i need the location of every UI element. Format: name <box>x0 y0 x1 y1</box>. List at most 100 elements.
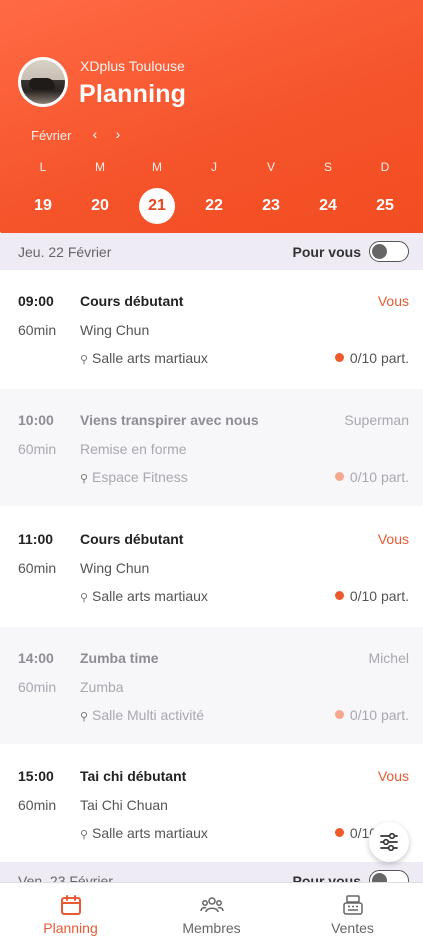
participants-count: 0 <box>349 350 358 366</box>
location-pin-icon: ⚲ <box>80 592 89 604</box>
sliders-icon <box>380 832 398 852</box>
next-pour-vous-toggle[interactable] <box>369 870 409 882</box>
location-pin-icon: ⚲ <box>80 473 89 485</box>
pour-vous-toggle[interactable] <box>369 241 409 262</box>
location-pin-icon: ⚲ <box>80 829 89 841</box>
pour-vous-label: Pour vous <box>292 244 361 260</box>
page-title: Planning <box>79 80 187 108</box>
participants-count: 0 <box>349 825 358 841</box>
day-letter: L <box>39 160 47 174</box>
next-date-label: Ven. 23 Février <box>18 873 113 882</box>
session-time: 09:00 <box>18 293 54 309</box>
room-name: Salle arts martiaux <box>92 825 208 841</box>
session-type: Tai Chi Chuan <box>80 797 168 813</box>
day-letter: M <box>152 160 162 174</box>
tab-membres[interactable]: Membres <box>141 883 282 939</box>
session-coach: Superman <box>344 412 409 428</box>
session-card[interactable]: 11:00 60min Cours débutant Wing Chun ⚲ Sa… <box>0 508 423 625</box>
day-wednesday[interactable]: M 21 <box>135 160 179 224</box>
status-dot <box>334 353 344 362</box>
session-room: ⚲ Salle arts martiaux <box>80 588 208 604</box>
filter-settings-button[interactable] <box>369 822 409 862</box>
day-letter: M <box>95 160 105 174</box>
session-card[interactable]: 09:00 60min Cours débutant Wing Chun ⚲ Sa… <box>0 270 423 387</box>
day-number: 25 <box>376 197 394 214</box>
session-participants: 0/10 part. <box>334 350 409 366</box>
day-number-selected: 21 <box>139 188 175 224</box>
session-coach: Michel <box>368 650 409 666</box>
date-label: Jeu. 22 Février <box>18 244 112 260</box>
cash-register-icon <box>343 895 363 915</box>
planning-header: XDplus Toulouse Planning Février ‹ › L 1… <box>0 0 423 233</box>
toggle-knob <box>372 243 387 259</box>
day-tuesday[interactable]: M 20 <box>78 160 122 224</box>
participants-capacity: /10 part. <box>357 588 409 604</box>
day-letter: D <box>380 160 390 174</box>
session-time: 15:00 <box>18 768 54 784</box>
day-letter: V <box>266 160 275 174</box>
session-coach: Vous <box>377 293 409 309</box>
session-time: 10:00 <box>18 412 54 428</box>
tab-label: Membres <box>182 920 241 936</box>
status-dot <box>334 472 344 481</box>
session-participants: 0/10 part. <box>334 588 409 604</box>
chevron-right-icon[interactable]: › <box>111 126 125 142</box>
status-dot <box>334 710 344 719</box>
day-number: 24 <box>319 197 337 214</box>
room-name: Salle arts martiaux <box>92 588 208 604</box>
session-participants: 0/10 part. <box>334 469 409 485</box>
session-duration: 60min <box>18 322 57 338</box>
session-coach: Vous <box>377 531 409 547</box>
session-type: Zumba <box>80 679 124 695</box>
tab-planning[interactable]: Planning <box>0 883 141 939</box>
session-title: Zumba time <box>80 650 159 666</box>
session-duration: 60min <box>18 441 57 457</box>
session-duration: 60min <box>18 679 57 695</box>
bottom-tab-bar: Planning Membres Ventes <box>0 882 423 939</box>
session-card[interactable]: 14:00 60min Zumba time Zumba ⚲ Salle Mult… <box>0 627 423 744</box>
session-participants: 0/10 part. <box>334 707 409 723</box>
session-title: Cours débutant <box>80 531 184 547</box>
day-saturday[interactable]: S 24 <box>306 160 350 224</box>
session-duration: 60min <box>18 560 57 576</box>
day-monday[interactable]: L 19 <box>21 160 65 224</box>
session-time: 14:00 <box>18 650 54 666</box>
club-name: XDplus Toulouse <box>80 58 185 74</box>
participants-capacity: /10 part. <box>357 350 409 366</box>
session-coach: Vous <box>377 768 409 784</box>
tab-label: Planning <box>43 920 98 936</box>
toggle-knob <box>372 872 387 882</box>
participants-count: 0 <box>349 588 358 604</box>
session-time: 11:00 <box>18 531 54 547</box>
status-dot <box>334 591 344 600</box>
club-avatar[interactable] <box>18 57 68 107</box>
participants-capacity: /10 part. <box>357 469 409 485</box>
session-type: Wing Chun <box>80 322 150 338</box>
day-number: 23 <box>262 197 280 214</box>
day-number: 20 <box>91 197 109 214</box>
location-pin-icon: ⚲ <box>80 354 89 366</box>
date-filter-bar: Jeu. 22 Février Pour vous <box>0 233 423 270</box>
session-room: ⚲ Salle Multi activité <box>80 707 204 723</box>
calendar-icon <box>61 895 81 915</box>
participants-capacity: /10 part. <box>357 707 409 723</box>
room-name: Espace Fitness <box>92 469 188 485</box>
session-room: ⚲ Salle arts martiaux <box>80 825 208 841</box>
chevron-left-icon[interactable]: ‹ <box>88 126 102 142</box>
day-number: 19 <box>34 197 52 214</box>
session-title: Cours débutant <box>80 293 184 309</box>
tab-label: Ventes <box>331 920 374 936</box>
session-card[interactable]: 10:00 60min Viens transpirer avec nous R… <box>0 389 423 506</box>
day-sunday[interactable]: D 25 <box>363 160 407 224</box>
room-name: Salle Multi activité <box>92 707 205 723</box>
room-name: Salle arts martiaux <box>92 350 208 366</box>
tab-ventes[interactable]: Ventes <box>282 883 423 939</box>
day-letter: J <box>211 160 217 174</box>
members-icon <box>200 897 224 913</box>
day-number: 22 <box>205 197 223 214</box>
session-title: Viens transpirer avec nous <box>80 412 259 428</box>
session-room: ⚲ Salle arts martiaux <box>80 350 208 366</box>
session-card[interactable]: 15:00 60min Tai chi débutant Tai Chi Chu… <box>0 745 423 862</box>
day-thursday[interactable]: J 22 <box>192 160 236 224</box>
day-friday[interactable]: V 23 <box>249 160 293 224</box>
